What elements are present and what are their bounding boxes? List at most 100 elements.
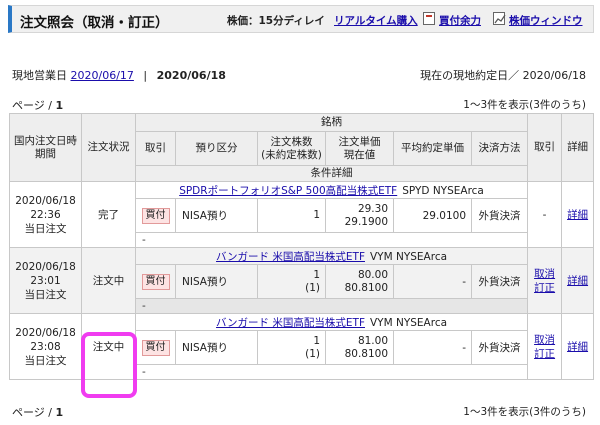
pager-top: ページ / 1 bbox=[12, 97, 63, 113]
header-condition: 条件詳細 bbox=[134, 165, 529, 182]
header-quantity: 注文株数 (未約定株数) bbox=[257, 131, 326, 166]
header-order-datetime: 国内注文日時 期間 bbox=[9, 113, 82, 182]
current-price: 29.1900 bbox=[344, 215, 388, 228]
quantity-cell: 1 (1) bbox=[257, 264, 326, 299]
quantity: 1 bbox=[313, 209, 320, 221]
order-date: 2020/06/18 bbox=[15, 326, 76, 339]
quantity-cell: 1 bbox=[257, 198, 326, 233]
brand-code: VYM NYSEArca bbox=[369, 250, 448, 263]
order-price: 80.00 bbox=[357, 268, 388, 281]
header-status: 注文状況 bbox=[81, 113, 136, 182]
order-period: 当日注文 bbox=[24, 288, 67, 301]
buying-power-link[interactable]: 買付余力 bbox=[439, 13, 481, 28]
business-day-line: 現地営業日 2020/06/17 | 2020/06/18 bbox=[12, 67, 226, 83]
action-cell: - bbox=[527, 181, 563, 248]
detail-cell: 詳細 bbox=[561, 247, 595, 314]
custody-cell: NISA預り bbox=[175, 264, 258, 299]
trade-cell: 買付 bbox=[135, 198, 176, 233]
cancel-order-link[interactable]: 取消 bbox=[528, 267, 561, 281]
detail-link[interactable]: 詳細 bbox=[567, 209, 588, 221]
brand-name-link[interactable]: SPDRポートフォリオS&P 500高配当株式ETF bbox=[179, 185, 397, 197]
condition-cell: - bbox=[134, 298, 529, 314]
stock-window-link[interactable]: 株価ウィンドウ bbox=[509, 13, 583, 28]
order-row: 2020/06/18 23:08 当日注文 注文中 バンガード 米国高配当株式E… bbox=[9, 313, 595, 380]
quantity: 1 bbox=[313, 334, 320, 347]
page-number: 1 bbox=[55, 99, 64, 112]
custody-cell: NISA預り bbox=[175, 330, 258, 365]
page-number: 1 bbox=[55, 406, 64, 419]
detail-link[interactable]: 詳細 bbox=[567, 341, 588, 353]
brand-name-link[interactable]: バンガード 米国高配当株式ETF bbox=[216, 251, 365, 263]
trade-cell: 買付 bbox=[135, 330, 176, 365]
unfilled-quantity: (1) bbox=[305, 281, 320, 294]
order-datetime-cell: 2020/06/18 22:36 当日注文 bbox=[9, 181, 82, 248]
cancel-order-link[interactable]: 取消 bbox=[528, 333, 561, 347]
header-detail: 詳細 bbox=[561, 113, 595, 182]
order-date: 2020/06/18 bbox=[15, 194, 76, 207]
result-count-top: 1～3件を表示(3件のうち) bbox=[463, 99, 586, 111]
detail-link[interactable]: 詳細 bbox=[567, 275, 588, 287]
unfilled-quantity: (1) bbox=[305, 347, 320, 360]
chart-window-icon bbox=[493, 12, 506, 25]
brand-cell: SPDRポートフォリオS&P 500高配当株式ETF SPYD NYSEArca bbox=[134, 181, 529, 199]
page-header: 注文照会（取消・訂正） 株価：15分ディレイ リアルタイム購入 買付余力 株価ウ… bbox=[8, 5, 594, 33]
quantity-cell: 1 (1) bbox=[257, 330, 326, 365]
detail-cell: 詳細 bbox=[561, 181, 595, 248]
order-time: 23:01 bbox=[30, 274, 61, 287]
header-action: 取引 bbox=[527, 113, 563, 182]
order-period: 当日注文 bbox=[24, 222, 67, 235]
result-count-bottom: 1～3件を表示(3件のうち) bbox=[463, 406, 586, 418]
business-day-label: 現地営業日 bbox=[12, 69, 67, 82]
order-time: 23:08 bbox=[30, 340, 61, 353]
action-cell: 取消 訂正 bbox=[527, 313, 563, 380]
trade-cell: 買付 bbox=[135, 264, 176, 299]
brand-cell: バンガード 米国高配当株式ETF VYM NYSEArca bbox=[134, 247, 529, 265]
settlement-cell: 外貨決済 bbox=[470, 198, 529, 233]
price-cell: 80.00 80.8100 bbox=[325, 264, 394, 299]
previous-business-day-link[interactable]: 2020/06/17 bbox=[71, 69, 134, 82]
realtime-purchase-link[interactable]: リアルタイム購入 bbox=[334, 13, 418, 28]
order-price: 81.00 bbox=[357, 334, 388, 347]
header-trade: 取引 bbox=[135, 131, 176, 166]
header-unit-price: 注文単価 現在値 bbox=[325, 131, 394, 166]
order-status: 完了 bbox=[81, 181, 136, 248]
order-row: 2020/06/18 23:01 当日注文 注文中 バンガード 米国高配当株式E… bbox=[9, 247, 595, 314]
highlight-annotation bbox=[81, 332, 137, 398]
order-status: 注文中 bbox=[81, 247, 136, 314]
price-cell: 81.00 80.8100 bbox=[325, 330, 394, 365]
current-price: 80.8100 bbox=[344, 347, 388, 360]
order-price: 29.30 bbox=[357, 202, 388, 215]
buy-badge: 買付 bbox=[141, 339, 170, 356]
order-time: 22:36 bbox=[30, 208, 61, 221]
order-datetime-cell: 2020/06/18 23:01 当日注文 bbox=[9, 247, 82, 314]
quantity: 1 bbox=[313, 268, 320, 281]
avg-price-cell: - bbox=[393, 330, 472, 365]
buy-badge: 買付 bbox=[141, 207, 170, 224]
modify-order-link[interactable]: 訂正 bbox=[528, 281, 561, 295]
condition-cell: - bbox=[134, 232, 529, 248]
price-delay-note: 株価：15分ディレイ bbox=[227, 15, 325, 27]
pager-bottom: ページ / 1 bbox=[12, 404, 63, 420]
action-cell: 取消 訂正 bbox=[527, 247, 563, 314]
condition-cell: - bbox=[134, 364, 529, 380]
current-price: 80.8100 bbox=[344, 281, 388, 294]
page-label: ページ / bbox=[12, 99, 56, 112]
contract-date-label: 現在の現地約定日／ bbox=[420, 69, 520, 82]
avg-price-cell: - bbox=[393, 264, 472, 299]
calculator-icon bbox=[423, 12, 435, 25]
settlement-cell: 外貨決済 bbox=[470, 264, 529, 299]
header-custody: 預り区分 bbox=[175, 131, 258, 166]
brand-cell: バンガード 米国高配当株式ETF VYM NYSEArca bbox=[134, 313, 529, 331]
header-brand: 銘柄 bbox=[134, 113, 529, 132]
current-business-day: 2020/06/18 bbox=[156, 69, 226, 82]
page-title: 注文照会（取消・訂正） bbox=[20, 15, 169, 31]
buy-badge: 買付 bbox=[141, 273, 170, 290]
date-separator: | bbox=[143, 69, 148, 82]
brand-name-link[interactable]: バンガード 米国高配当株式ETF bbox=[216, 317, 365, 329]
header-avg-price: 平均約定単価 bbox=[393, 131, 472, 166]
action-none: - bbox=[542, 208, 547, 221]
page-label: ページ / bbox=[12, 406, 56, 419]
header-settlement: 決済方法 bbox=[470, 131, 529, 166]
brand-code: VYM NYSEArca bbox=[369, 316, 448, 329]
modify-order-link[interactable]: 訂正 bbox=[528, 347, 561, 361]
